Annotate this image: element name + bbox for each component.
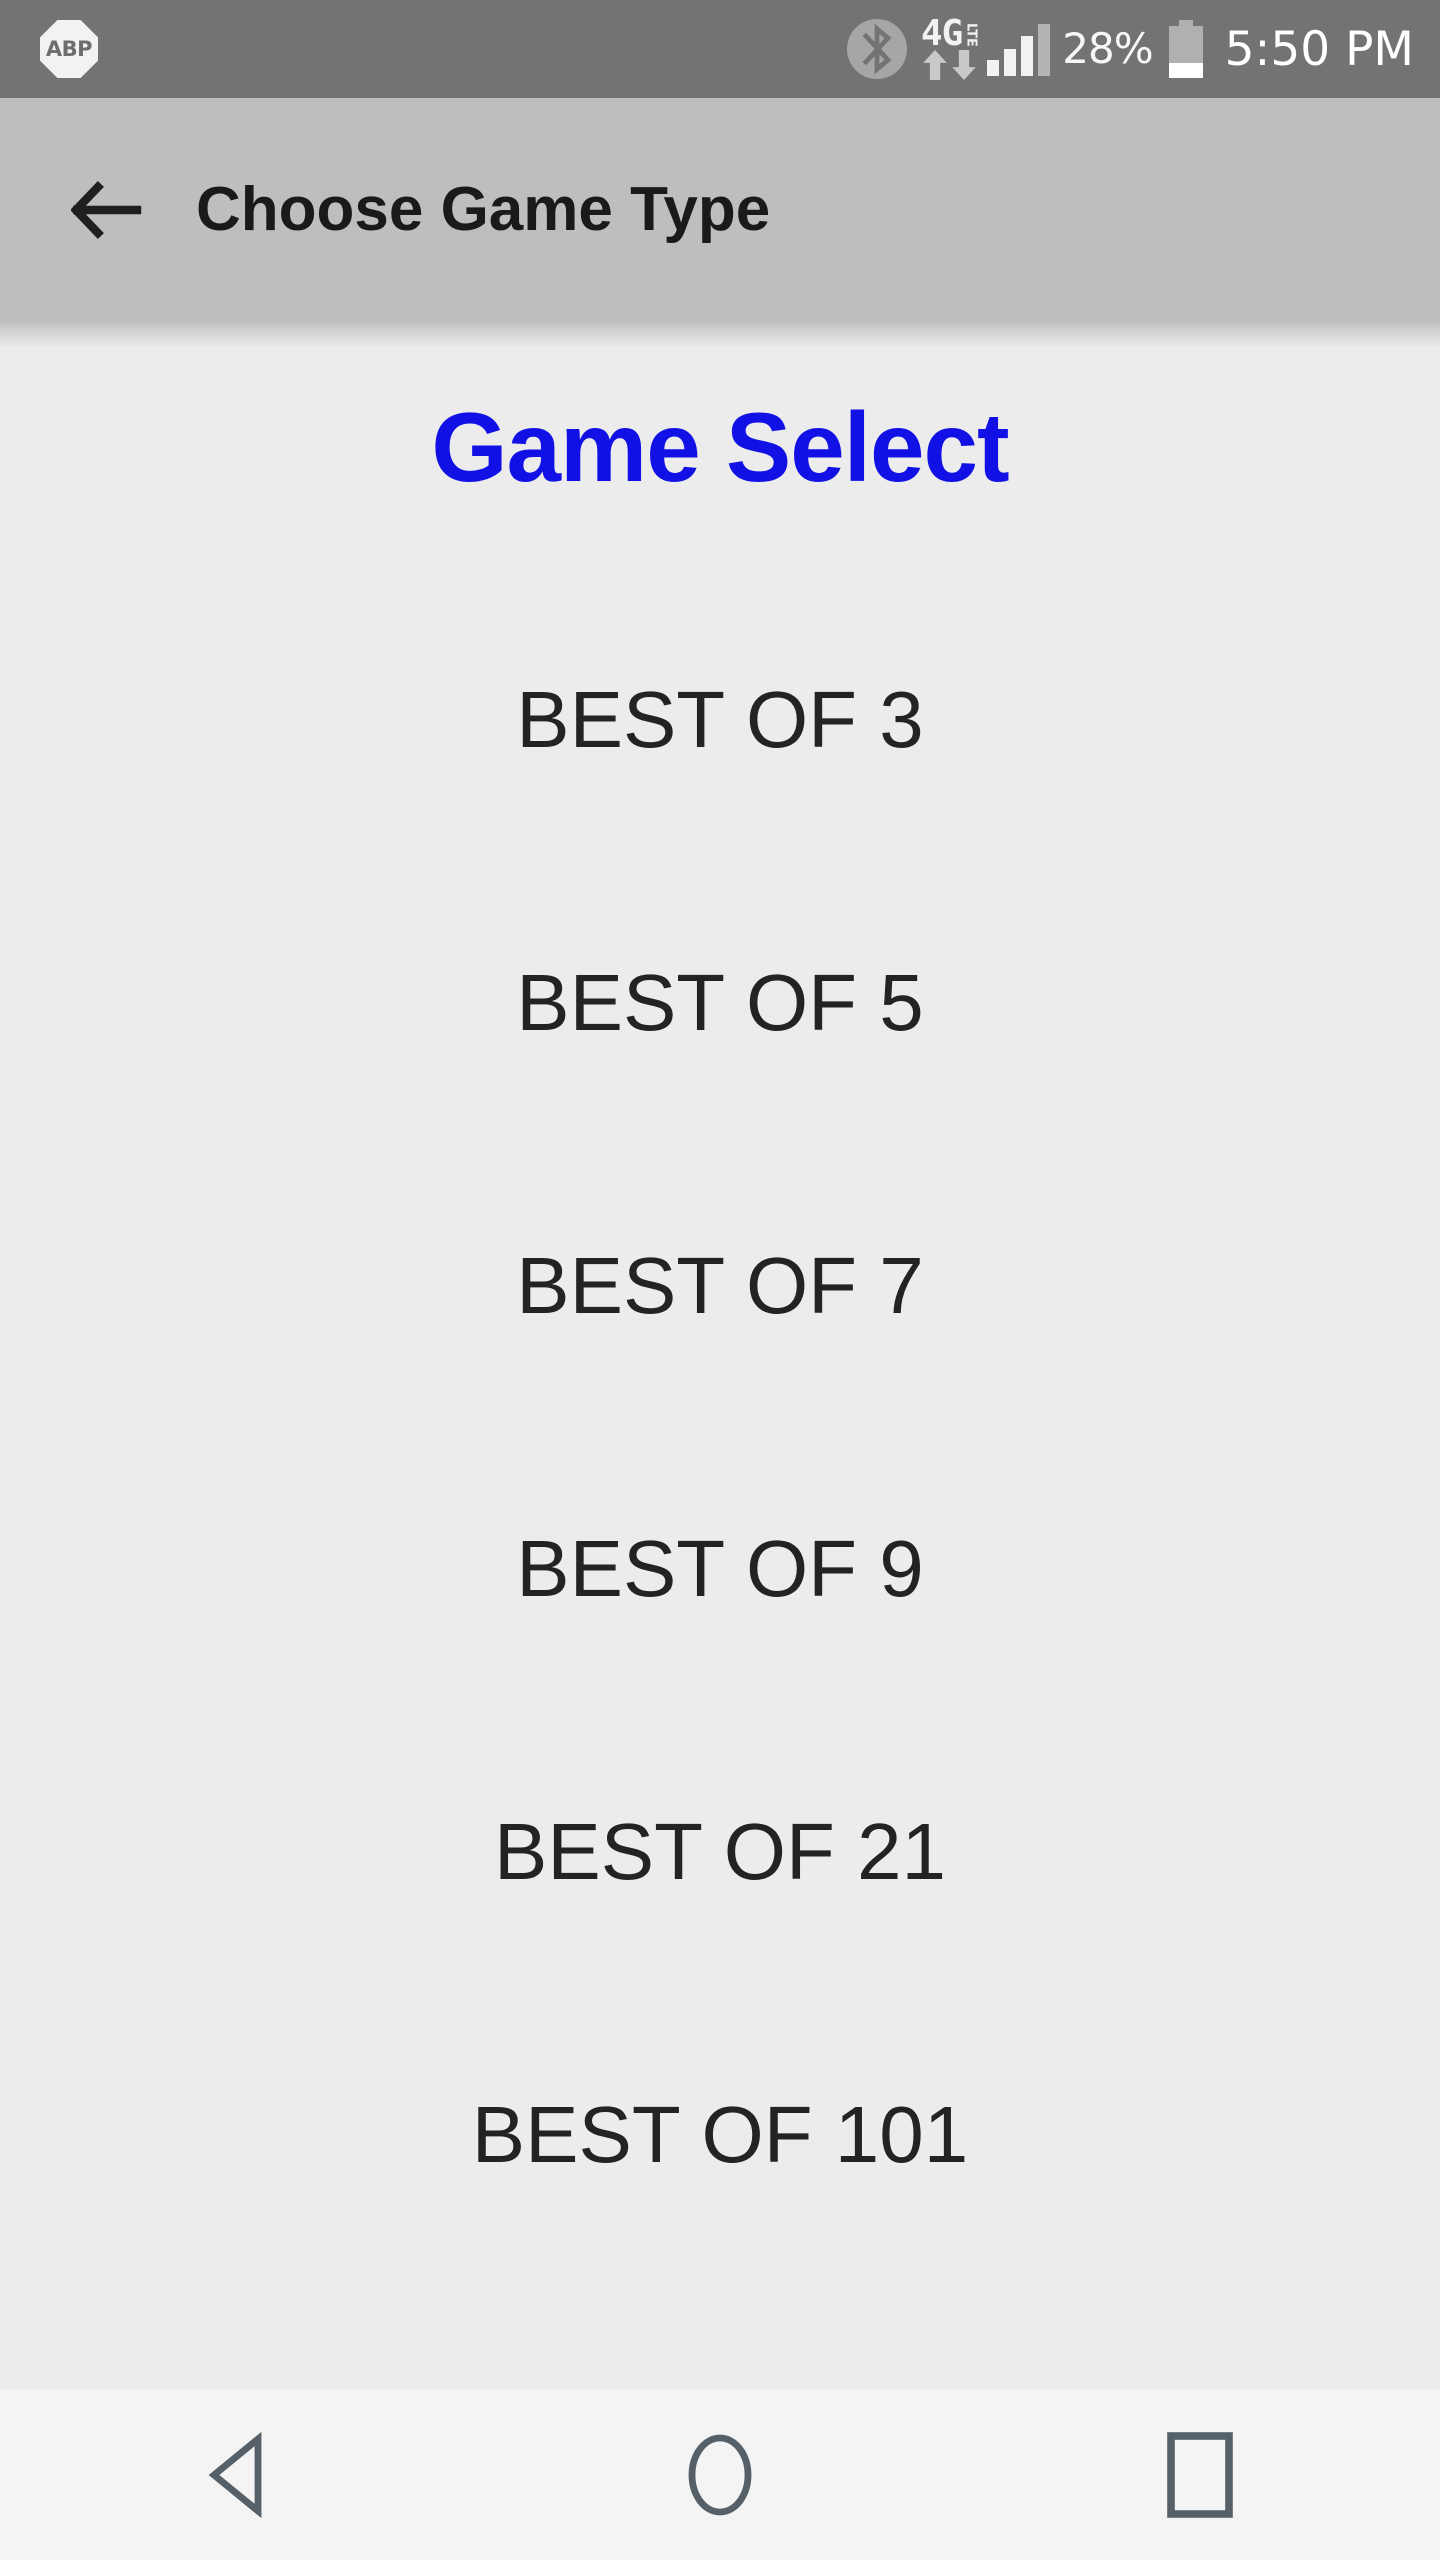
game-type-item[interactable]: BEST OF 9 (0, 1529, 1440, 1812)
signal-bar-2 (1004, 49, 1017, 76)
data-activity-arrows (922, 50, 977, 81)
status-bar-left: ABP (40, 20, 98, 78)
game-type-item[interactable]: BEST OF 3 (0, 680, 1440, 963)
game-type-label: BEST OF 9 (516, 1524, 924, 1613)
status-bar: ABP 4G LTE 28% 5:50 PM (0, 0, 1440, 98)
adblock-plus-icon: ABP (40, 20, 98, 78)
game-type-item[interactable]: BEST OF 21 (0, 1812, 1440, 2095)
data-download-arrow-icon (951, 50, 976, 81)
network-type-label: 4G (920, 12, 963, 54)
app-bar: Choose Game Type (0, 98, 1440, 348)
status-bar-right: 4G LTE 28% 5:50 PM (846, 12, 1414, 86)
game-type-item[interactable]: BEST OF 7 (0, 1246, 1440, 1529)
network-type-suffix-label: LTE (963, 23, 979, 48)
back-triangle-icon (208, 2431, 262, 2519)
phone-screen: ABP 4G LTE 28% 5:50 PM Choose Game Type … (0, 0, 1440, 2560)
game-type-list: BEST OF 3 BEST OF 5 BEST OF 7 BEST OF 9 BEST… (0, 680, 1440, 2378)
signal-bars-icon (987, 22, 1051, 76)
battery-percent-label: 28% (1062, 24, 1153, 73)
arrow-left-icon (71, 181, 142, 239)
nav-back-button[interactable] (0, 2390, 480, 2560)
game-type-label: BEST OF 7 (516, 1241, 924, 1330)
game-type-item[interactable]: BEST OF 5 (0, 963, 1440, 1246)
game-type-label: BEST OF 101 (471, 2090, 969, 2179)
recents-square-icon (1167, 2432, 1233, 2518)
status-bar-clock: 5:50 PM (1224, 21, 1414, 77)
nav-home-button[interactable] (480, 2390, 960, 2560)
battery-fill (1168, 63, 1203, 78)
game-type-item[interactable]: BEST OF 101 (0, 2095, 1440, 2378)
bluetooth-icon (846, 19, 907, 79)
page-title: Game Select (431, 392, 1009, 502)
game-type-label: BEST OF 21 (493, 1807, 947, 1896)
network-type-row: 4G LTE (920, 12, 979, 54)
home-circle-icon (688, 2434, 752, 2516)
data-upload-arrow-icon (922, 50, 947, 81)
signal-bar-3 (1021, 36, 1034, 76)
app-bar-title: Choose Game Type (196, 175, 771, 244)
network-type-indicator: 4G LTE (920, 12, 979, 86)
signal-bar-4 (1038, 24, 1051, 76)
system-navigation-bar (0, 2390, 1440, 2560)
nav-recents-button[interactable] (960, 2390, 1440, 2560)
battery-icon (1168, 20, 1203, 78)
signal-bar-1 (987, 60, 1000, 76)
game-type-label: BEST OF 5 (516, 958, 924, 1047)
battery-body (1168, 26, 1203, 78)
back-button[interactable] (62, 162, 158, 258)
game-type-label: BEST OF 3 (516, 675, 924, 764)
adblock-plus-icon-label: ABP (45, 36, 93, 61)
